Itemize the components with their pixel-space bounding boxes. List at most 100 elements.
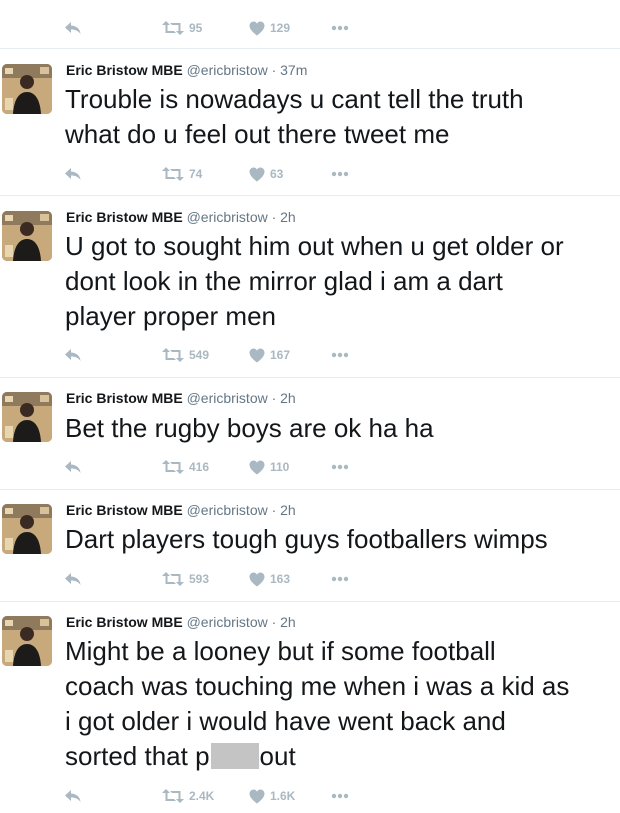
tweet-text-line: i got older i would have went back and (65, 706, 506, 736)
heart-icon (249, 572, 265, 586)
tweet-actions: 74 63 (0, 163, 620, 185)
retweet-icon (162, 572, 184, 586)
reply-icon (65, 461, 81, 473)
tweet-text-line: what do u feel out there tweet me (65, 119, 450, 149)
tweet-actions: 95 129 (0, 17, 620, 39)
redaction-block (210, 743, 259, 769)
like-count: 163 (270, 572, 291, 586)
heart-icon (249, 348, 265, 362)
handle-and-time[interactable]: @ericbristow · 2h (187, 502, 296, 518)
tweet-timeline: 95 129 Eric Bristow MBE @ericbristow · 3… (0, 0, 620, 813)
tweet-actions: 593 163 (0, 568, 620, 590)
retweet-count: 95 (189, 21, 203, 35)
divider (0, 601, 620, 602)
avatar[interactable] (2, 504, 52, 554)
retweet-icon (162, 348, 184, 362)
tweet-text-line: dont look in the mirror glad i am a dart (65, 266, 503, 296)
like-count: 167 (270, 348, 291, 362)
like-button[interactable]: 1.6K (249, 785, 295, 807)
heart-icon (249, 167, 265, 181)
more-button[interactable] (331, 17, 349, 39)
tweet-header: Eric Bristow MBE @ericbristow · 2h (66, 501, 296, 519)
tweet-header: Eric Bristow MBE @ericbristow · 2h (66, 613, 296, 631)
retweet-button[interactable]: 593 (162, 568, 209, 590)
reply-button[interactable] (64, 456, 82, 478)
retweet-count: 593 (189, 572, 210, 586)
avatar[interactable] (2, 392, 52, 442)
more-icon (331, 464, 349, 470)
more-icon (331, 352, 349, 358)
more-button[interactable] (331, 568, 349, 590)
more-button[interactable] (331, 456, 349, 478)
retweet-icon (162, 167, 184, 181)
reply-button[interactable] (64, 568, 82, 590)
retweet-icon (162, 460, 184, 474)
tweet-text-line: Bet the rugby boys are ok ha ha (65, 413, 434, 443)
tweet-actions: 549 167 (0, 344, 620, 366)
more-icon (331, 25, 349, 31)
reply-icon (65, 22, 81, 34)
like-count: 110 (270, 460, 290, 474)
avatar[interactable] (2, 64, 52, 114)
display-name[interactable]: Eric Bristow MBE (66, 390, 183, 406)
tweet-text-line: Dart players tough guys footballers wimp… (65, 524, 548, 554)
divider (0, 195, 620, 196)
handle-and-time[interactable]: @ericbristow · 2h (187, 390, 296, 406)
reply-icon (65, 349, 81, 361)
tweet-text: Dart players tough guys footballers wimp… (65, 522, 620, 557)
reply-icon (65, 168, 81, 180)
reply-icon (65, 573, 81, 585)
display-name[interactable]: Eric Bristow MBE (66, 62, 183, 78)
display-name[interactable]: Eric Bristow MBE (66, 209, 183, 225)
more-button[interactable] (331, 163, 349, 185)
avatar[interactable] (2, 616, 52, 666)
divider (0, 48, 620, 49)
more-button[interactable] (331, 785, 349, 807)
like-button[interactable]: 163 (249, 568, 290, 590)
handle-and-time[interactable]: @ericbristow · 2h (187, 614, 296, 630)
avatar[interactable] (2, 211, 52, 261)
tweet-actions: 416 110 (0, 456, 620, 478)
more-icon (331, 576, 349, 582)
like-count: 129 (270, 21, 291, 35)
like-count: 63 (270, 167, 284, 181)
like-count: 1.6K (270, 789, 296, 803)
retweet-button[interactable]: 74 (162, 163, 202, 185)
tweet-header: Eric Bristow MBE @ericbristow · 2h (66, 208, 296, 226)
more-icon (331, 793, 349, 799)
heart-icon (249, 460, 265, 474)
tweet-header: Eric Bristow MBE @ericbristow · 37m (66, 61, 307, 79)
more-button[interactable] (331, 344, 349, 366)
reply-button[interactable] (64, 163, 82, 185)
like-button[interactable]: 129 (249, 17, 290, 39)
reply-button[interactable] (64, 344, 82, 366)
retweet-button[interactable]: 549 (162, 344, 209, 366)
display-name[interactable]: Eric Bristow MBE (66, 502, 183, 518)
retweet-count: 416 (189, 460, 210, 474)
retweet-count: 549 (189, 348, 210, 362)
tweet-actions: 2.4K 1.6K (0, 785, 620, 807)
tweet-text-line: sorted that p out (65, 739, 620, 774)
retweet-button[interactable]: 95 (162, 17, 202, 39)
retweet-button[interactable]: 2.4K (162, 785, 214, 807)
tweet-text-line: coach was touching me when i was a kid a… (65, 671, 570, 701)
retweet-count: 74 (189, 167, 203, 181)
heart-icon (249, 21, 265, 35)
retweet-button[interactable]: 416 (162, 456, 209, 478)
retweet-icon (162, 21, 184, 35)
divider (0, 489, 620, 490)
handle-and-time[interactable]: @ericbristow · 37m (187, 62, 308, 78)
retweet-icon (162, 789, 184, 803)
tweet-text-fragment: out (259, 741, 296, 771)
reply-button[interactable] (64, 17, 82, 39)
tweet-text-line: Might be a looney but if some football (65, 636, 496, 666)
reply-button[interactable] (64, 785, 82, 807)
handle-and-time[interactable]: @ericbristow · 2h (187, 209, 296, 225)
tweet-text-fragment: sorted that p (65, 741, 210, 771)
tweet-text-line: U got to sought him out when u get older… (65, 231, 564, 261)
like-button[interactable]: 110 (249, 456, 289, 478)
like-button[interactable]: 63 (249, 163, 283, 185)
divider (0, 377, 620, 378)
like-button[interactable]: 167 (249, 344, 290, 366)
display-name[interactable]: Eric Bristow MBE (66, 614, 183, 630)
